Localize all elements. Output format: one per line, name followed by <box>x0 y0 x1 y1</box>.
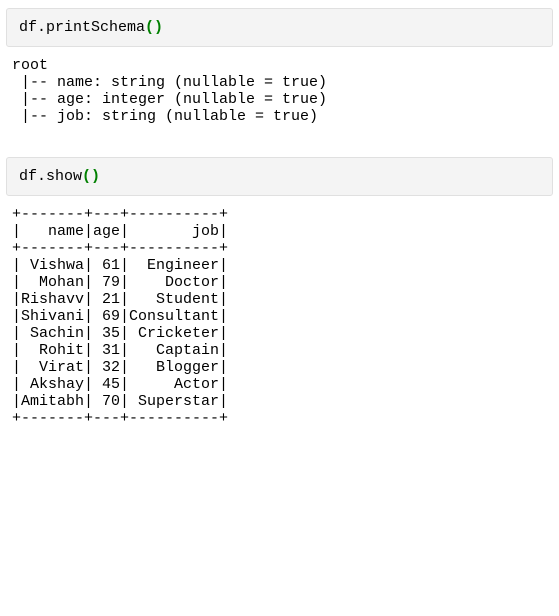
code-cell-show[interactable]: df.show() <box>6 157 553 196</box>
code-text: df.show <box>19 168 82 185</box>
code-text: df.printSchema <box>19 19 145 36</box>
code-paren: () <box>82 168 100 185</box>
code-cell-printschema[interactable]: df.printSchema() <box>6 8 553 47</box>
code-paren: () <box>145 19 163 36</box>
code-line: df.show() <box>19 168 100 185</box>
output-printschema: root |-- name: string (nullable = true) … <box>12 57 553 125</box>
code-line: df.printSchema() <box>19 19 163 36</box>
output-show: +-------+---+----------+ | name|age| job… <box>12 206 553 427</box>
notebook-section: df.printSchema() root |-- name: string (… <box>0 0 559 461</box>
